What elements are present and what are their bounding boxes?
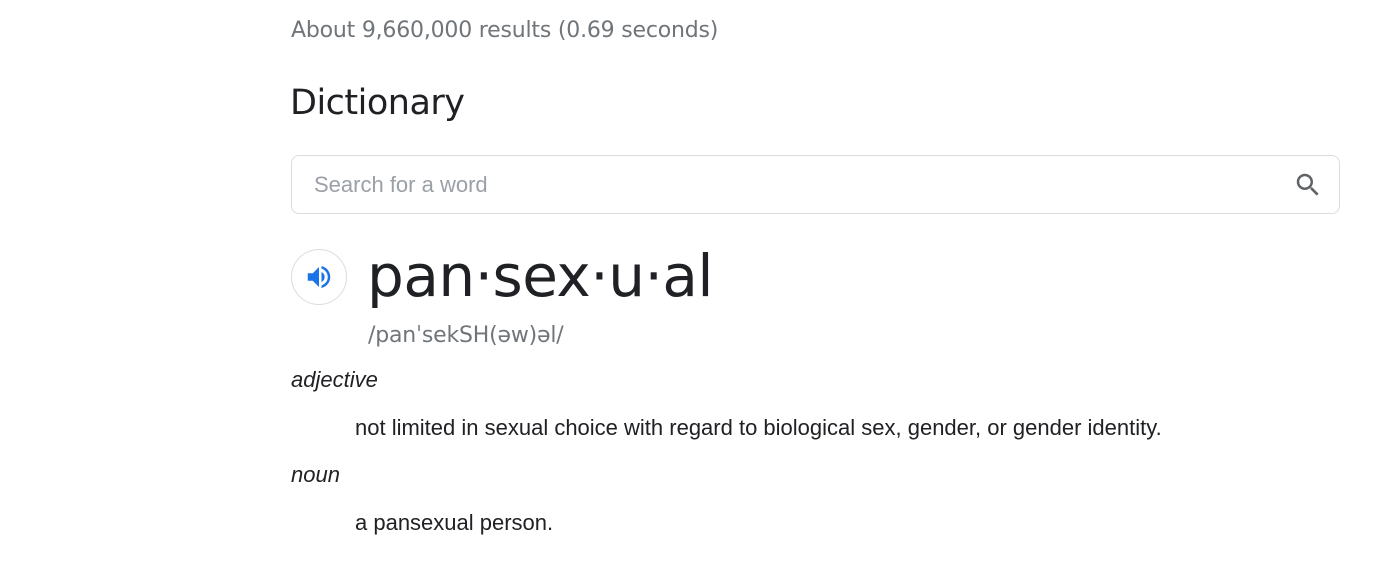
part-of-speech-adjective: adjective — [291, 367, 378, 392]
search-divider — [1277, 156, 1278, 213]
phonetic-spelling: /panˈsekSH(əw)əl/ — [368, 323, 564, 348]
dictionary-search-button[interactable] — [1291, 168, 1325, 202]
speaker-icon — [307, 266, 331, 288]
pronunciation-audio-button[interactable] — [291, 249, 347, 305]
definition-adjective: not limited in sexual choice with regard… — [355, 415, 1162, 440]
dictionary-search-input[interactable] — [314, 156, 1264, 213]
search-icon — [1296, 173, 1319, 196]
results-stats: About 9,660,000 results (0.69 seconds) — [291, 18, 719, 43]
headword: pan·sex·u·al — [367, 242, 714, 310]
part-of-speech-noun: noun — [291, 462, 340, 487]
definition-noun: a pansexual person. — [355, 510, 554, 535]
dictionary-search-box — [291, 155, 1340, 214]
dictionary-title: Dictionary — [290, 83, 465, 123]
